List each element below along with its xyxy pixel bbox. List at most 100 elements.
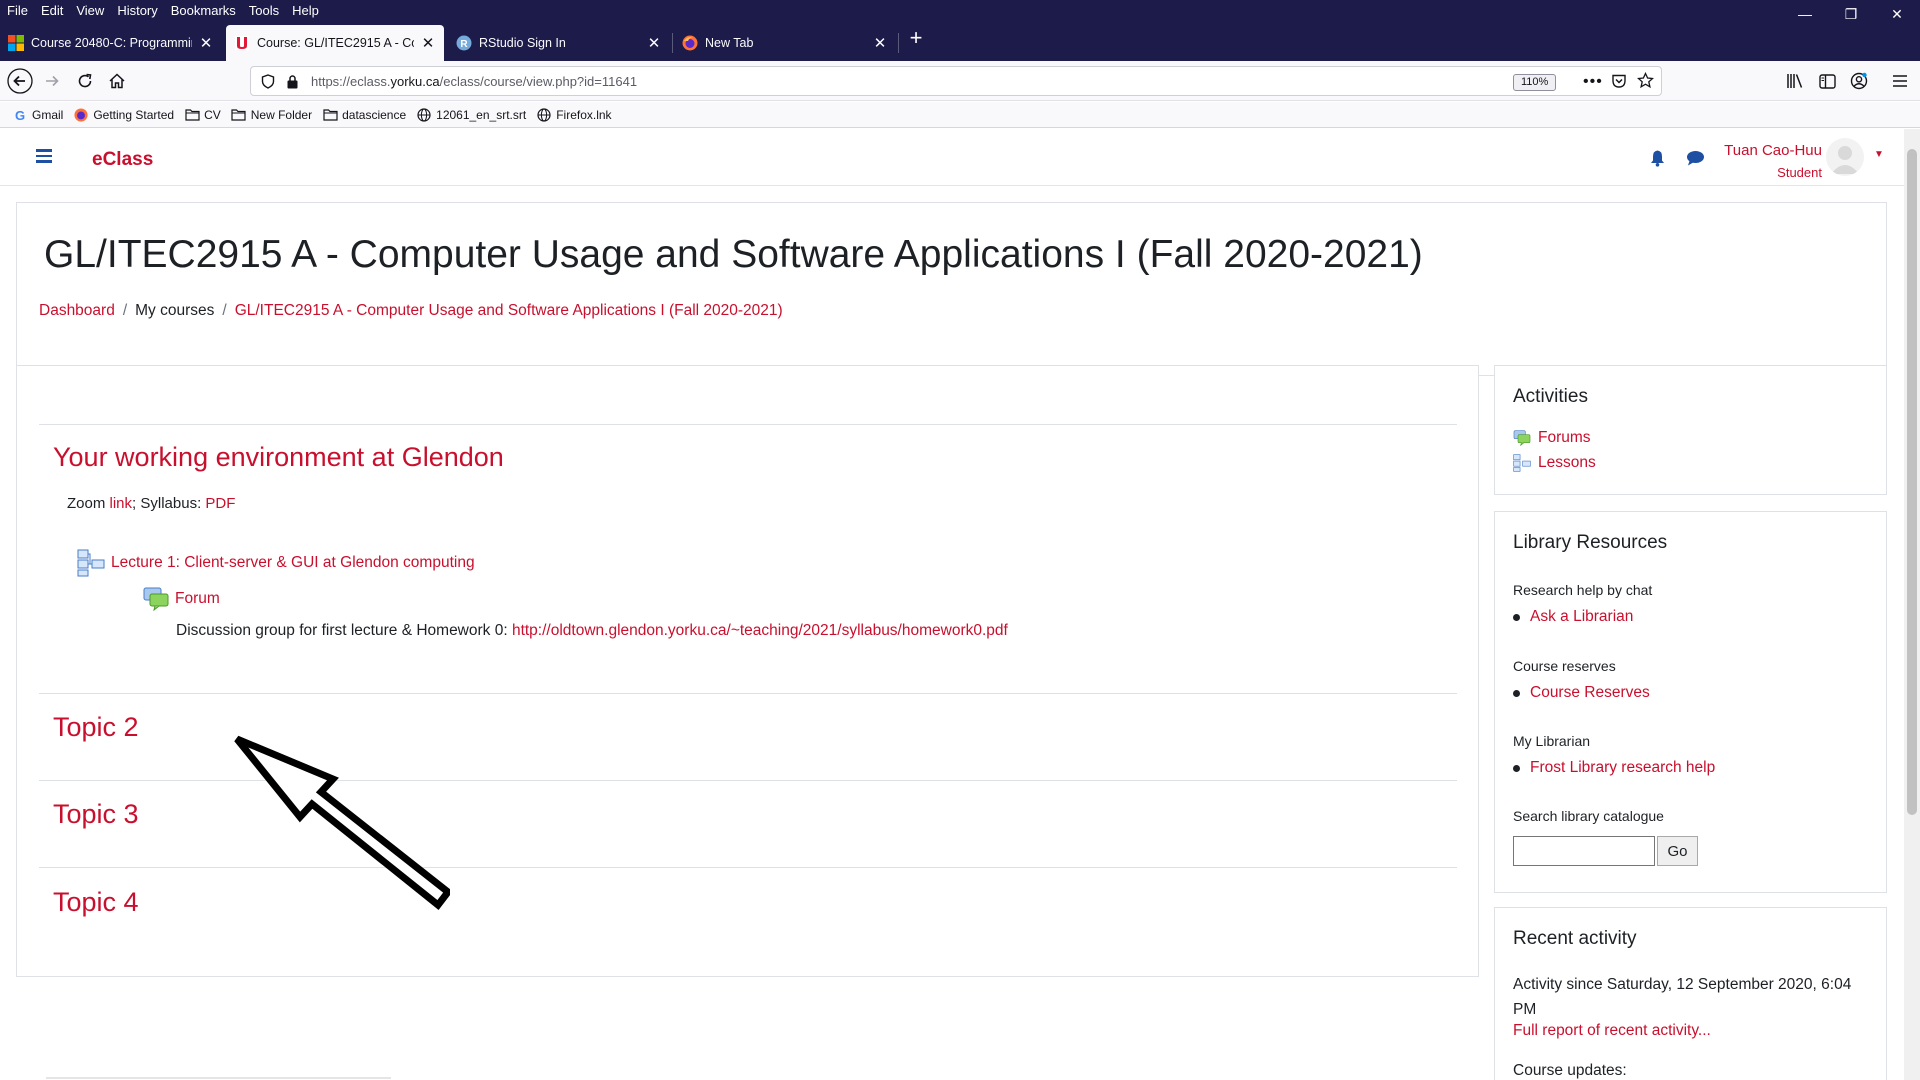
bookmark-gmail[interactable]: G Gmail (12, 107, 63, 123)
firefox-icon (682, 35, 698, 51)
bookmark-folder-cv[interactable]: CV (184, 107, 221, 123)
close-icon[interactable]: ✕ (198, 34, 214, 52)
chat-bubble-icon[interactable] (1686, 150, 1705, 171)
menu-edit[interactable]: Edit (34, 3, 69, 18)
nav-drawer-icon[interactable] (36, 149, 52, 163)
bookmarks-toolbar: G Gmail Getting Started CV New Folder da… (0, 102, 1920, 128)
section-title-working-environment[interactable]: Your working environment at Glendon (53, 442, 504, 473)
library-icon[interactable] (1781, 67, 1809, 95)
breadcrumb-course[interactable]: GL/ITEC2915 A - Computer Usage and Softw… (235, 302, 783, 319)
url-text[interactable]: https://eclass.yorku.ca/eclass/course/vi… (311, 74, 637, 89)
ask-librarian-link[interactable]: Ask a Librarian (1513, 608, 1633, 626)
close-icon[interactable]: ✕ (646, 34, 662, 52)
section-title-topic-2[interactable]: Topic 2 (53, 712, 139, 743)
tab-course-itec2915[interactable]: Course: GL/ITEC2915 A - Comp ✕ (226, 25, 444, 61)
bookmark-label: CV (204, 107, 221, 122)
frost-library-link[interactable]: Frost Library research help (1513, 759, 1715, 777)
folder-icon (184, 107, 200, 123)
menu-view[interactable]: View (69, 3, 110, 18)
bookmark-firefox-lnk[interactable]: Firefox.lnk (536, 107, 612, 123)
google-icon: G (12, 107, 28, 123)
menu-bookmarks[interactable]: Bookmarks (164, 3, 242, 18)
tab-separator (898, 33, 899, 53)
tab-new-tab[interactable]: New Tab ✕ (674, 25, 896, 61)
site-brand-link[interactable]: eClass (92, 149, 153, 171)
chevron-down-icon[interactable]: ▼ (1874, 149, 1884, 160)
tab-course-20480[interactable]: Course 20480-C: Programming ✕ (0, 25, 222, 61)
account-icon[interactable] (1845, 67, 1873, 95)
section-title-topic-4[interactable]: Topic 4 (53, 887, 139, 918)
svg-text:R: R (460, 39, 468, 50)
section-divider (39, 424, 1457, 425)
back-icon[interactable] (6, 67, 34, 95)
bookmark-folder-new-folder[interactable]: New Folder (231, 107, 312, 123)
folder-icon (231, 107, 247, 123)
rstudio-icon: R (456, 35, 472, 51)
breadcrumb-my-courses: My courses (135, 302, 215, 319)
syllabus-pdf-link[interactable]: PDF (205, 495, 235, 512)
course-reserves-label: Course reserves (1513, 658, 1616, 674)
breadcrumb-dashboard[interactable]: Dashboard (39, 302, 115, 319)
shield-icon[interactable] (261, 74, 275, 94)
activities-lessons-link[interactable]: Lessons (1513, 454, 1596, 472)
close-icon[interactable]: ✕ (872, 34, 888, 52)
bookmark-getting-started[interactable]: Getting Started (73, 107, 174, 123)
pocket-icon[interactable] (1611, 73, 1627, 94)
user-name[interactable]: Tuan Cao-Huu (1718, 142, 1822, 159)
forum-activity-link[interactable]: Forum (143, 587, 220, 611)
lesson-icon (77, 549, 105, 577)
page-actions-icon[interactable]: ••• (1583, 73, 1603, 91)
bookmark-label: Getting Started (93, 107, 175, 122)
vertical-scrollbar[interactable] (1904, 129, 1920, 1080)
firefox-icon (73, 107, 89, 123)
lesson-activity-link[interactable]: Lecture 1: Client-server & GUI at Glendo… (77, 549, 475, 577)
home-icon[interactable] (103, 67, 131, 95)
globe-icon (536, 107, 552, 123)
navigation-toolbar: https://eclass.yorku.ca/eclass/course/vi… (0, 61, 1920, 101)
forward-icon[interactable] (38, 67, 66, 95)
bell-icon[interactable] (1649, 149, 1666, 172)
bullet (1513, 613, 1520, 621)
menu-help[interactable]: Help (285, 3, 325, 18)
sidebar-icon[interactable] (1813, 67, 1841, 95)
forum-description: Discussion group for first lecture & Hom… (176, 622, 1008, 639)
bullet (1513, 764, 1520, 772)
url-bar[interactable]: https://eclass.yorku.ca/eclass/course/vi… (250, 66, 1662, 96)
scrollbar-thumb[interactable] (1907, 149, 1917, 815)
bookmark-srt-file[interactable]: 12061_en_srt.srt (416, 107, 526, 123)
menu-history[interactable]: History (110, 3, 163, 18)
hamburger-menu-icon[interactable] (1886, 67, 1914, 95)
library-go-button[interactable]: Go (1657, 836, 1698, 866)
section-title-topic-3[interactable]: Topic 3 (53, 799, 139, 830)
close-icon[interactable]: ✕ (420, 34, 436, 52)
section-divider (39, 693, 1457, 694)
zoom-level-badge[interactable]: 110% (1513, 74, 1557, 91)
forum-label: Forum (175, 590, 220, 607)
library-search-input[interactable] (1513, 836, 1655, 866)
lock-icon[interactable] (286, 74, 299, 94)
research-help-label: Research help by chat (1513, 582, 1653, 598)
breadcrumb: Dashboard / My courses / GL/ITEC2915 A - Com… (39, 302, 783, 320)
globe-icon (416, 107, 432, 123)
zoom-link[interactable]: link (110, 495, 133, 512)
bookmark-folder-datascience[interactable]: datascience (322, 107, 406, 123)
star-bookmark-icon[interactable] (1636, 71, 1655, 94)
reload-icon[interactable] (71, 67, 99, 95)
avatar[interactable] (1826, 138, 1864, 176)
new-tab-icon[interactable]: + (904, 27, 928, 51)
recent-activity-title: Recent activity (1513, 928, 1637, 949)
homework0-link[interactable]: http://oldtown.glendon.yorku.ca/~teachin… (512, 622, 1008, 639)
course-header: GL/ITEC2915 A - Computer Usage and Softw… (16, 202, 1887, 376)
tab-rstudio[interactable]: R RStudio Sign In ✕ (448, 25, 670, 61)
menu-tools[interactable]: Tools (242, 3, 285, 18)
forum-icon (1513, 430, 1531, 446)
menu-file[interactable]: File (0, 3, 34, 18)
page-viewport: eClass Tuan Cao-Huu Student ▼ GL/ITEC291… (0, 129, 1904, 1080)
activities-block: Activities Forums Lessons (1494, 365, 1887, 495)
course-updates-label: Course updates: (1513, 1062, 1627, 1079)
course-reserves-link[interactable]: Course Reserves (1513, 684, 1650, 702)
section-summary: Zoom link; Syllabus: PDF (67, 495, 236, 512)
activities-forums-link[interactable]: Forums (1513, 429, 1591, 447)
bookmark-label: New Folder (250, 107, 313, 122)
full-report-link[interactable]: Full report of recent activity... (1513, 1022, 1711, 1040)
